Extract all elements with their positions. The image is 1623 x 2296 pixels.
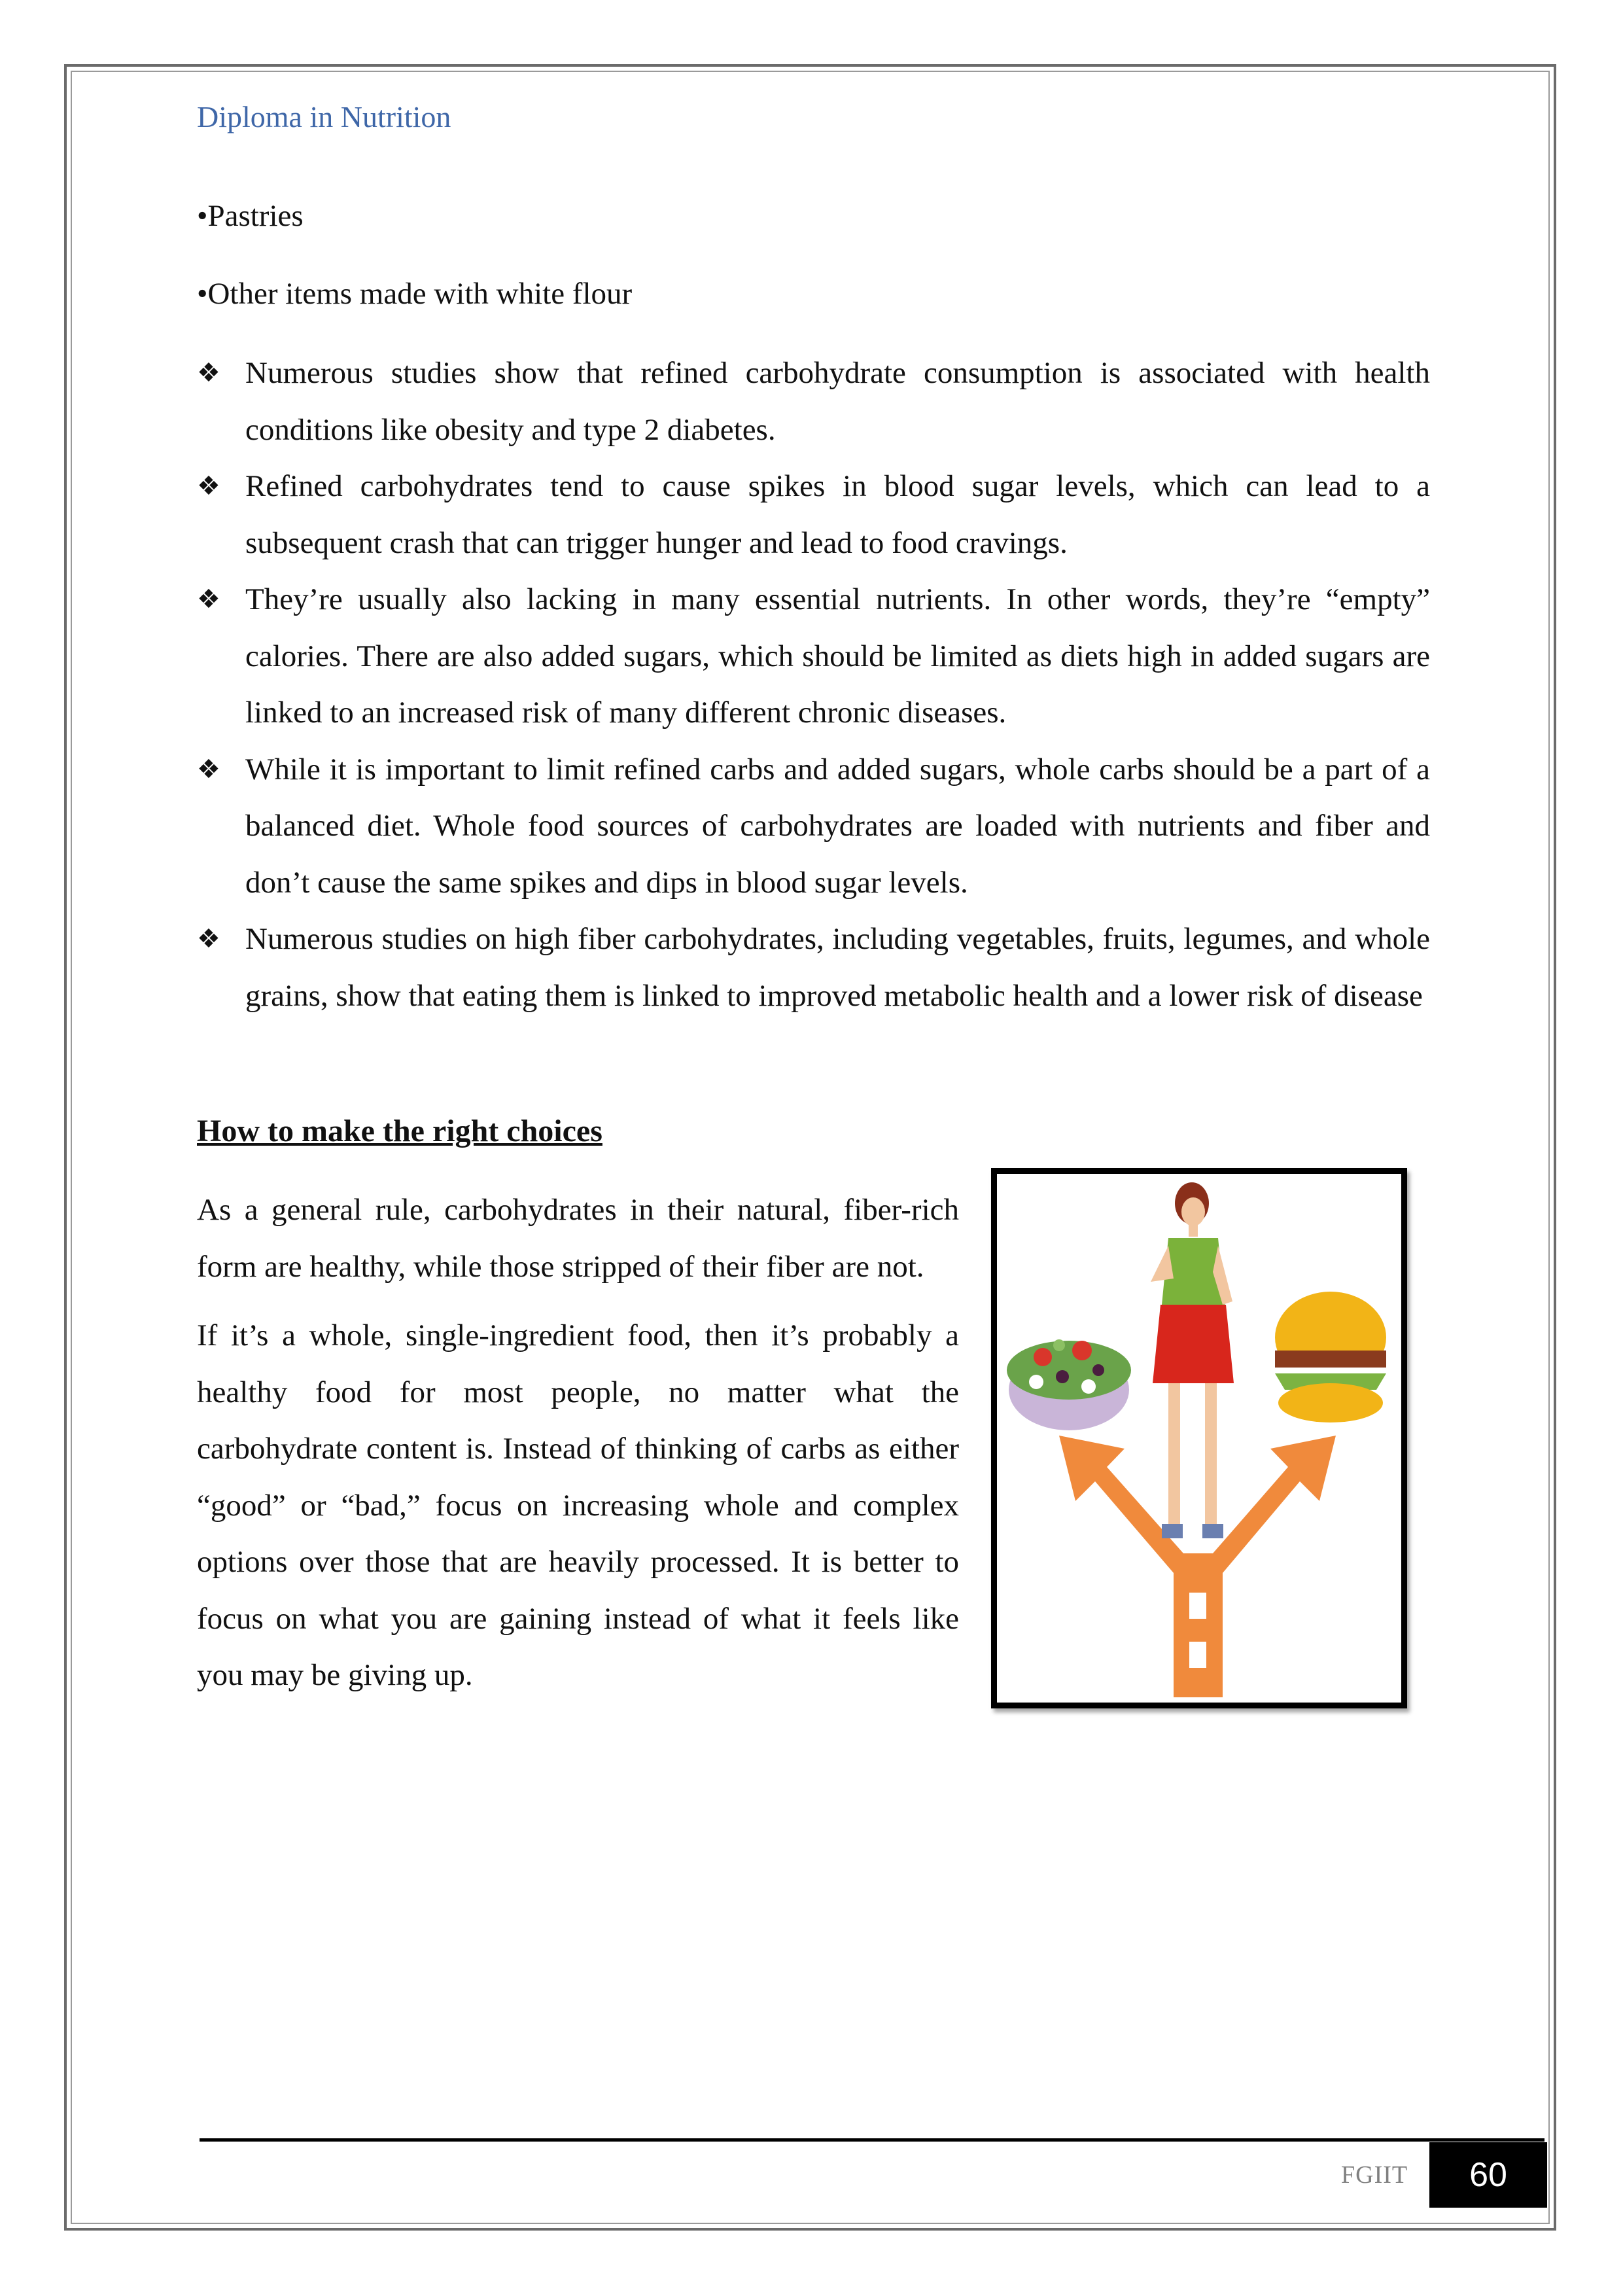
section-heading: How to make the right choices xyxy=(197,1114,602,1148)
list-item-text: They’re usually also lacking in many ess… xyxy=(245,582,1430,730)
diamond-bullet-icon: ❖ xyxy=(197,358,220,388)
paragraph-whole-food: If it’s a whole, single-ingredient food,… xyxy=(197,1318,959,1692)
crossroads-arrow-icon xyxy=(1059,1436,1336,1697)
diamond-bullet-icon: ❖ xyxy=(197,924,220,954)
woman-choosing-food-icon xyxy=(1007,1182,1386,1697)
diamond-bullet-icon: ❖ xyxy=(197,584,220,614)
footer-org: FGIIT xyxy=(1341,2161,1408,2189)
list-item: ❖ While it is important to limit refined… xyxy=(197,741,1430,911)
page-number: 60 xyxy=(1429,2142,1547,2208)
diamond-bullet-icon: ❖ xyxy=(197,471,220,501)
plain-bullet-white-flour: •Other items made with white flour xyxy=(197,277,633,311)
list-item-text: While it is important to limit refined c… xyxy=(245,752,1430,900)
salad-bowl-icon xyxy=(1007,1339,1131,1430)
list-item: ❖ Numerous studies on high fiber carbohy… xyxy=(197,911,1430,1024)
list-item: ❖ They’re usually also lacking in many e… xyxy=(197,571,1430,741)
diamond-bullet-icon: ❖ xyxy=(197,754,220,785)
list-item-text: Numerous studies on high fiber carbohydr… xyxy=(245,922,1430,1013)
footer-rule xyxy=(200,2138,1544,2142)
plain-bullet-pastries: •Pastries xyxy=(197,199,304,233)
list-item: ❖ Refined carbohydrates tend to cause sp… xyxy=(197,458,1430,571)
list-item-text: Refined carbohydrates tend to cause spik… xyxy=(245,469,1430,560)
diamond-bullet-list: ❖ Numerous studies show that refined car… xyxy=(197,345,1430,1024)
list-item: ❖ Numerous studies show that refined car… xyxy=(197,345,1430,458)
paragraph-general-rule: As a general rule, carbohydrates in thei… xyxy=(197,1193,959,1284)
woman-figure-icon xyxy=(1151,1182,1234,1538)
burger-icon xyxy=(1275,1292,1386,1422)
list-item-text: Numerous studies show that refined carbo… xyxy=(245,356,1430,447)
running-header: Diploma in Nutrition xyxy=(197,100,451,133)
choice-illustration xyxy=(991,1168,1407,1708)
